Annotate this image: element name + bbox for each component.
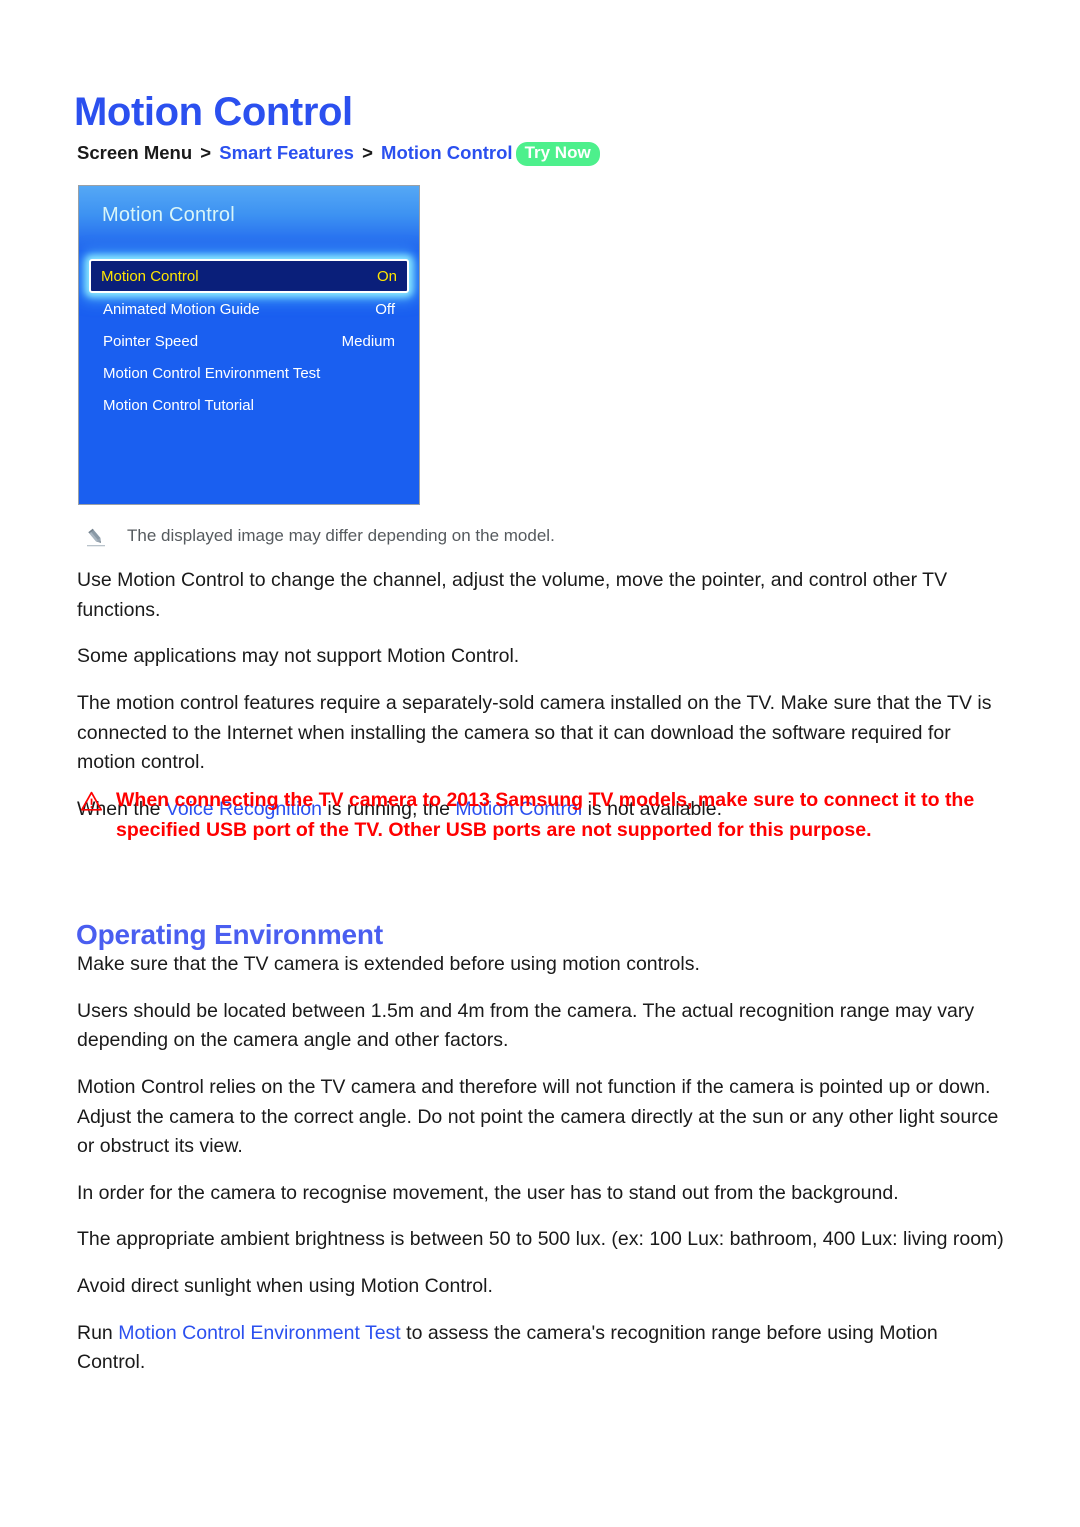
breadcrumb-separator-2: > xyxy=(362,142,373,163)
breadcrumb-link-smart-features[interactable]: Smart Features xyxy=(219,142,354,163)
paragraph-camera-requirements: The motion control features require a se… xyxy=(77,691,992,774)
breadcrumb-root: Screen Menu xyxy=(77,142,193,163)
tv-menu-item-label: Motion Control Tutorial xyxy=(103,396,254,414)
breadcrumb-separator-1: > xyxy=(200,142,212,163)
image-note-text: The displayed image may differ depending… xyxy=(127,526,555,545)
tv-menu-item-label: Motion Control Environment Test xyxy=(103,364,321,382)
breadcrumb: Screen Menu > Smart Features > Motion Co… xyxy=(77,142,600,166)
tv-menu-panel: Motion Control Motion Control On Animate… xyxy=(78,185,420,505)
tv-menu-item-label: Pointer Speed xyxy=(103,332,199,350)
tv-menu-item-label: Motion Control xyxy=(101,267,199,285)
tv-menu-item-value: Medium xyxy=(341,332,395,350)
paragraph-stand-out-background: In order for the camera to recognise mov… xyxy=(77,1181,899,1204)
image-note: The displayed image may differ depending… xyxy=(85,525,555,548)
tv-menu-item-animated-motion-guide[interactable]: Animated Motion Guide Off xyxy=(93,293,405,325)
tv-menu-body: Motion Control On Animated Motion Guide … xyxy=(79,250,419,504)
tv-menu-item-label: Animated Motion Guide xyxy=(103,300,260,318)
tv-menu-item-pointer-speed[interactable]: Pointer Speed Medium xyxy=(93,325,405,357)
link-motion-control-environment-test[interactable]: Motion Control Environment Test xyxy=(118,1322,401,1344)
tv-menu-item-environment-test[interactable]: Motion Control Environment Test xyxy=(93,357,405,389)
tv-menu-item-value: Off xyxy=(375,300,395,318)
tv-menu-item-motion-control[interactable]: Motion Control On xyxy=(89,259,409,293)
tv-menu-header-title: Motion Control xyxy=(102,204,235,226)
paragraph-ambient-brightness: The appropriate ambient brightness is be… xyxy=(77,1228,1004,1251)
paragraph-run-environment-test: Run Motion Control Environment Test to a… xyxy=(77,1319,1009,1378)
section-heading-operating-environment: Operating Environment xyxy=(76,919,383,951)
breadcrumb-link-motion-control[interactable]: Motion Control xyxy=(381,142,513,163)
tv-menu-item-tutorial[interactable]: Motion Control Tutorial xyxy=(93,389,405,421)
document-page: Motion Control Screen Menu > Smart Featu… xyxy=(0,0,1080,1527)
tv-menu-item-value: On xyxy=(376,267,397,285)
paragraph-camera-angle: Motion Control relies on the TV camera a… xyxy=(77,1075,999,1158)
paragraph-some-applications: Some applications may not support Motion… xyxy=(77,645,520,668)
warning-triangle-icon xyxy=(80,790,103,813)
page-title: Motion Control xyxy=(74,89,353,134)
try-now-badge[interactable]: Try Now xyxy=(515,142,600,166)
warning-text: When connecting the TV camera to 2013 Sa… xyxy=(116,789,975,842)
paragraph-user-distance: Users should be located between 1.5m and… xyxy=(77,999,975,1052)
warning-block: When connecting the TV camera to 2013 Sa… xyxy=(80,785,1010,845)
pencil-icon xyxy=(85,526,107,548)
paragraph-avoid-sunlight: Avoid direct sunlight when using Motion … xyxy=(77,1275,493,1297)
operating-environment-paragraphs: Make sure that the TV camera is extended… xyxy=(77,950,1009,1378)
text-fragment: Run xyxy=(77,1321,119,1344)
paragraph-use-motion-control: Use Motion Control to change the channel… xyxy=(77,569,948,621)
paragraph-camera-extended: Make sure that the TV camera is extended… xyxy=(77,953,700,975)
tv-menu-header: Motion Control xyxy=(79,186,419,250)
